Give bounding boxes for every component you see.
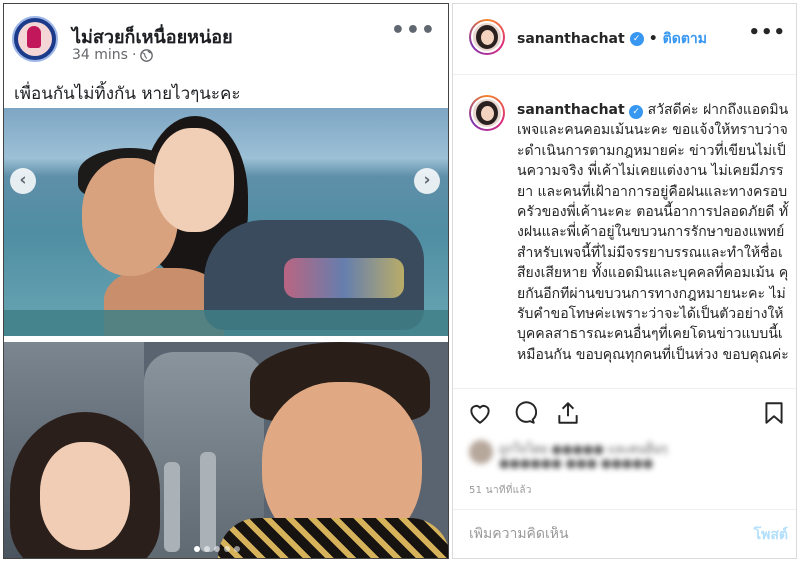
verified-badge-icon: ✓ bbox=[629, 32, 644, 46]
divider bbox=[453, 509, 796, 510]
facebook-post: ไม่สวยก็เหนื่อยหน่อย 34 mins · ••• เพื่อ… bbox=[3, 3, 449, 559]
comment-icon[interactable] bbox=[511, 400, 537, 426]
post-timestamp[interactable]: 51 นาทีที่แล้ว bbox=[469, 483, 532, 498]
divider bbox=[453, 74, 796, 75]
post-time[interactable]: 34 mins bbox=[72, 47, 128, 63]
share-icon[interactable] bbox=[555, 400, 581, 426]
divider bbox=[453, 388, 796, 389]
follow-button[interactable]: ติดตาม bbox=[663, 28, 707, 50]
carousel-dot[interactable] bbox=[224, 546, 230, 552]
carousel-next-button[interactable]: › bbox=[414, 168, 440, 194]
instagram-post-panel: sananthachat ✓ • ติดตาม ••• sananthachat… bbox=[452, 3, 797, 559]
meta-separator: · bbox=[131, 47, 137, 63]
more-options-icon[interactable]: ••• bbox=[748, 22, 786, 43]
post-comment-button[interactable]: โพสต์ bbox=[754, 524, 788, 546]
carousel-dot[interactable] bbox=[214, 546, 220, 552]
carousel-dot[interactable] bbox=[204, 546, 210, 552]
username-link[interactable]: sananthachat bbox=[517, 31, 625, 47]
user-avatar[interactable] bbox=[469, 19, 505, 55]
comment-input[interactable] bbox=[469, 526, 719, 542]
caption-text: สวัสดีค่ะ ฝากถึงแอดมินเพจและคนคอมเม้นนะค… bbox=[517, 102, 789, 363]
liker-avatar bbox=[469, 440, 493, 464]
post-header: sananthachat ✓ • ติดตาม bbox=[517, 28, 707, 50]
globe-icon bbox=[140, 48, 154, 62]
post-caption: เพื่อนกันไม่ทิ้งกัน หายไวๆนะคะ bbox=[14, 84, 241, 104]
verified-badge-icon: ✓ bbox=[629, 105, 644, 119]
carousel-dots bbox=[194, 546, 240, 552]
carousel-prev-button[interactable]: ‹ bbox=[10, 168, 36, 194]
caption-username[interactable]: sananthachat bbox=[517, 102, 625, 118]
header-dot: • bbox=[648, 31, 658, 47]
action-bar bbox=[467, 400, 787, 428]
likes-line-2: ●●●●●● ●●● ●●●●● bbox=[499, 456, 654, 470]
heart-icon[interactable] bbox=[467, 400, 493, 426]
post-photo-beach[interactable] bbox=[4, 108, 448, 336]
caption-avatar[interactable] bbox=[469, 95, 505, 131]
likes-summary-blurred: ถูกใจโดย ●●●●● และคนอื่นๆ ●●●●●● ●●● ●●●… bbox=[469, 438, 769, 474]
post-meta: 34 mins · bbox=[72, 47, 154, 63]
carousel-dot[interactable] bbox=[194, 546, 200, 552]
page-avatar[interactable] bbox=[12, 16, 58, 62]
bookmark-icon[interactable] bbox=[761, 400, 787, 426]
carousel-dot[interactable] bbox=[234, 546, 240, 552]
more-options-icon[interactable]: ••• bbox=[391, 18, 436, 43]
post-photo-airplane[interactable] bbox=[4, 342, 448, 558]
post-caption: sananthachat ✓ สวัสดีค่ะ ฝากถึงแอดมินเพจ… bbox=[517, 100, 789, 382]
